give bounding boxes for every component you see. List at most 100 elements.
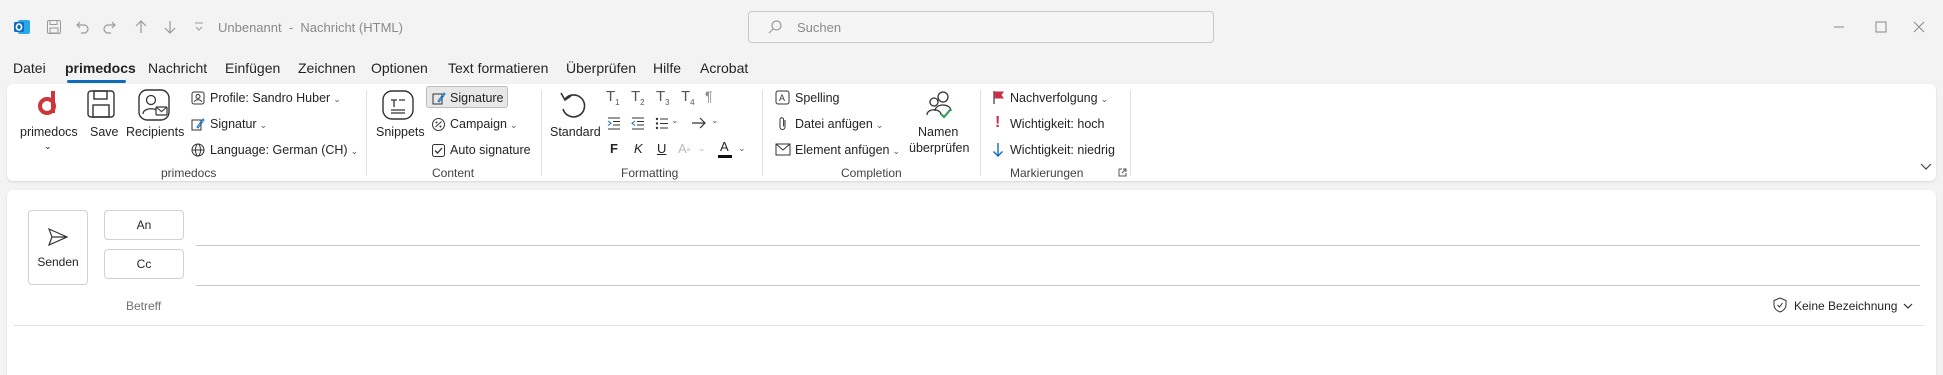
bold-button[interactable]: F [610,141,618,156]
heading4-icon[interactable]: T4 [681,88,695,107]
chevron-down-icon [1902,300,1914,312]
cc-button[interactable]: Cc [104,249,184,279]
ribbon-collapse-chevron-icon[interactable] [1920,161,1932,173]
chevron-down-icon[interactable]: ⌄ [671,115,679,126]
signature-label: Signature [450,91,504,105]
tab-text-formatieren[interactable]: Text formatieren [448,60,548,76]
auto-signature-checkbox[interactable] [430,142,446,158]
tab-einfuegen[interactable]: Einfügen [225,60,280,76]
group-divider [366,90,367,176]
tab-primedocs[interactable]: primedocs [65,60,136,76]
subject-field-divider [14,325,1924,326]
minimize-icon[interactable] [1826,14,1852,40]
dialog-launcher-icon[interactable] [1117,167,1127,177]
chevron-down-icon: ⌄ [350,146,359,156]
profile-dropdown[interactable]: Profile: Sandro Huber ⌄ [210,91,341,105]
active-tab-indicator [67,80,126,83]
to-button[interactable]: An [104,210,184,240]
undo-icon[interactable] [72,17,92,37]
tab-zeichnen[interactable]: Zeichnen [298,60,356,76]
element-anfuegen-dropdown[interactable]: Element anfügen ⌄ [795,143,900,157]
cc-label: Cc [136,257,152,271]
customize-qat-icon[interactable] [189,17,209,37]
language-label: Language: German (CH) [210,143,348,157]
underline-button[interactable]: U [657,141,666,156]
heading3-icon[interactable]: T3 [656,88,670,107]
tab-datei[interactable]: Datei [13,60,46,76]
campaign-dropdown[interactable]: Campaign ⌄ [450,117,518,131]
tab-optionen[interactable]: Optionen [371,60,428,76]
group-divider [541,90,542,176]
tab-hilfe[interactable]: Hilfe [653,60,681,76]
chevron-down-icon: ⌄ [892,146,901,156]
signature-button[interactable]: Signature [426,86,508,108]
tab-ueberpruefen[interactable]: Überprüfen [566,60,636,76]
arrow-up-icon[interactable] [131,17,151,37]
arrow-right-icon[interactable] [690,115,708,131]
chevron-down-icon: ⌄ [333,94,341,104]
chevron-down-icon[interactable]: ⌄ [738,143,746,154]
compose-pane [7,190,1936,375]
nachverfolgung-label: Nachverfolgung [1010,91,1098,105]
auto-signature-label[interactable]: Auto signature [450,143,531,157]
arrow-down-icon[interactable] [160,17,180,37]
clear-formatting-icon[interactable]: Aᵃ [678,141,690,156]
chevron-down-icon: ⌄ [875,120,884,130]
paperclip-icon [774,115,791,132]
nachverfolgung-dropdown[interactable]: Nachverfolgung ⌄ [1010,91,1108,105]
heading1-icon[interactable]: T1 [606,88,620,107]
snippets-button[interactable]: Snippets [376,125,425,139]
signatur-dropdown[interactable]: Signatur ⌄ [210,117,267,131]
group-label-completion: Completion [841,166,902,180]
send-button[interactable]: Senden [28,210,88,285]
primedocs-dropdown-icon[interactable]: ⌄ [44,141,52,152]
tab-acrobat[interactable]: Acrobat [700,60,748,76]
chevron-down-icon[interactable]: ⌄ [711,115,719,126]
importance-high-icon: ! [995,114,1001,131]
increase-indent-icon[interactable] [606,115,622,131]
signature-edit-icon [431,90,447,106]
chevron-down-icon: ⌄ [698,143,706,153]
primedocs-logo-icon [34,88,64,122]
to-label: An [136,218,152,232]
spelling-button[interactable]: Spelling [795,91,839,105]
group-label-content: Content [432,166,475,180]
save-icon[interactable] [44,17,64,37]
profile-label: Profile: Sandro Huber [210,91,331,105]
group-label-formatting: Formatting [621,166,679,180]
group-label-primedocs: primedocs [161,166,217,180]
maximize-icon[interactable] [1868,14,1894,40]
paragraph-mark-icon[interactable]: ¶ [705,88,713,104]
primedocs-button[interactable]: primedocs [20,125,78,139]
language-globe-icon [190,142,206,158]
shield-icon [1772,297,1788,313]
namen-label-line1[interactable]: Namen [918,125,958,139]
snippets-icon [380,88,416,122]
check-names-icon [922,88,956,122]
redo-icon[interactable] [100,17,120,37]
tab-nachricht[interactable]: Nachricht [148,60,207,76]
campaign-icon [430,116,446,132]
datei-anfuegen-label: Datei anfügen [795,117,873,131]
namen-label-line2[interactable]: überprüfen [909,141,969,155]
search-box[interactable]: Suchen [748,11,1214,43]
close-icon[interactable] [1906,14,1932,40]
heading2-icon[interactable]: T2 [631,88,645,107]
decrease-indent-icon[interactable] [630,115,646,131]
wichtigkeit-niedrig-button[interactable]: Wichtigkeit: niedrig [1010,143,1115,157]
font-color-label: A [720,139,729,154]
wichtigkeit-hoch-button[interactable]: Wichtigkeit: hoch [1010,117,1104,131]
group-divider [762,90,763,176]
bullet-list-icon[interactable] [654,115,670,131]
italic-button[interactable]: K [634,141,643,156]
language-dropdown[interactable]: Language: German (CH) ⌄ [210,143,358,157]
chevron-down-icon: ⌄ [509,120,518,130]
recipients-button[interactable]: Recipients [126,125,184,139]
save-button[interactable]: Save [90,125,119,139]
cc-field[interactable] [196,285,1920,286]
standard-button[interactable]: Standard [550,125,601,139]
to-field[interactable] [196,245,1920,246]
datei-anfuegen-dropdown[interactable]: Datei anfügen ⌄ [795,117,883,131]
sensitivity-dropdown[interactable]: Keine Bezeichnung [1772,296,1918,316]
send-label: Senden [37,254,79,269]
